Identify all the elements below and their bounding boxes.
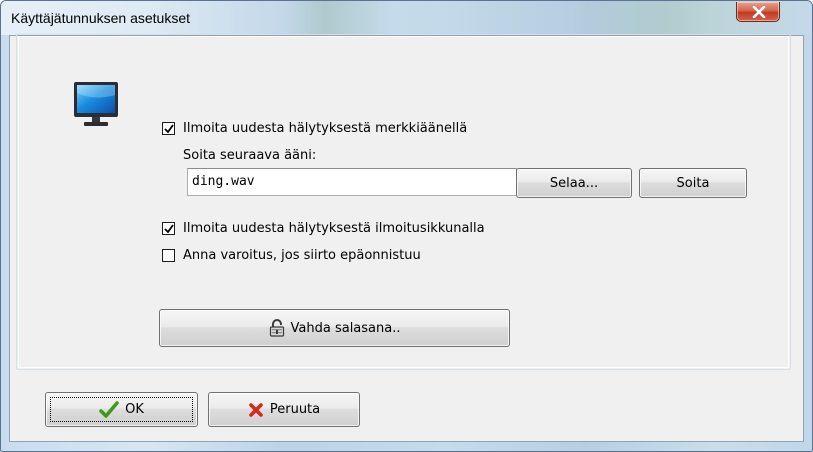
notify-sound-checkbox-row[interactable]: Ilmoita uudesta hälytyksestä merkkiäänel… [162, 121, 467, 136]
x-icon [248, 402, 264, 418]
play-sound-label: Soita seuraava ääni: [183, 148, 317, 163]
notify-popup-label: Ilmoita uudesta hälytyksestä ilmoitusikk… [183, 221, 485, 236]
change-password-button[interactable]: Vahda salasana.. [159, 309, 510, 347]
dialog-window: Käyttäjätunnuksen asetukset Ilmoita uude… [0, 0, 813, 452]
ok-button[interactable]: OK [45, 392, 198, 427]
warn-transfer-checkbox[interactable] [162, 249, 175, 262]
notify-popup-checkbox[interactable] [162, 222, 175, 235]
cancel-button-label: Peruuta [269, 402, 321, 417]
cancel-button[interactable]: Peruuta [208, 392, 360, 427]
checkmark-glyph [164, 124, 174, 134]
warn-transfer-checkbox-row[interactable]: Anna varoitus, jos siirto epäonnistuu [162, 248, 421, 263]
play-button-label: Soita [676, 175, 710, 191]
checkmark-glyph [164, 224, 174, 234]
title-bar[interactable]: Käyttäjätunnuksen asetukset [1, 1, 812, 35]
warn-transfer-label: Anna varoitus, jos siirto epäonnistuu [183, 248, 421, 263]
notify-sound-label: Ilmoita uudesta hälytyksestä merkkiäänel… [183, 121, 468, 136]
window-title: Käyttäjätunnuksen asetukset [11, 10, 191, 26]
padlock-icon [269, 319, 285, 337]
browse-button[interactable]: Selaa... [516, 168, 632, 198]
sound-file-input[interactable]: ding.wav [187, 168, 517, 196]
browse-button-label: Selaa... [549, 175, 599, 191]
close-icon [752, 6, 766, 18]
close-button[interactable] [736, 2, 780, 22]
notify-sound-checkbox[interactable] [162, 122, 175, 135]
play-button[interactable]: Soita [639, 168, 747, 198]
focus-ring [50, 397, 193, 422]
checkmark-icon [99, 400, 119, 419]
ok-button-label: OK [125, 402, 144, 417]
notify-popup-checkbox-row[interactable]: Ilmoita uudesta hälytyksestä ilmoitusikk… [162, 221, 485, 236]
change-password-label: Vahda salasana.. [290, 320, 401, 336]
monitor-icon [74, 82, 118, 126]
